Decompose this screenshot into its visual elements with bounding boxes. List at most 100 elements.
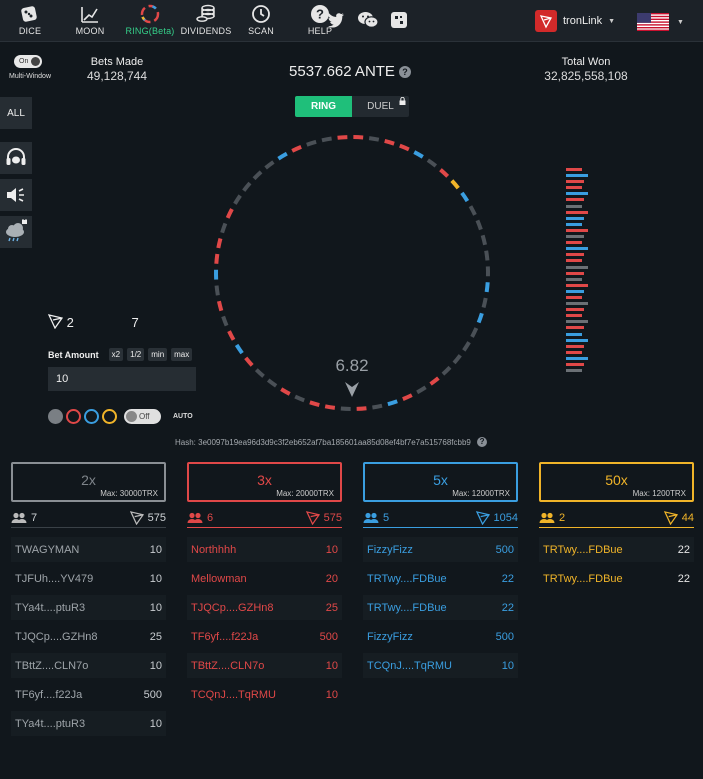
bet-amount: 500 — [495, 630, 514, 643]
sound-button[interactable] — [0, 179, 32, 211]
coins-icon — [196, 4, 215, 22]
history-bar — [566, 241, 582, 245]
bet-row: TF6yf....f22Ja 500 — [11, 682, 166, 707]
nav-dice[interactable]: DICE — [8, 3, 52, 41]
pick-blue-button[interactable] — [84, 409, 99, 424]
multiplier-label: 2x — [81, 472, 96, 488]
history-bar — [566, 235, 584, 239]
wheel-segment — [221, 315, 229, 327]
place-bet-50x-button[interactable]: 50x Max: 1200TRX — [539, 462, 694, 502]
wheel-pointer-icon — [345, 382, 359, 397]
filter-all-button[interactable]: ALL — [0, 97, 32, 129]
bettor-name: TRTwy....FDBue — [543, 543, 623, 556]
bet-amount: 20 — [325, 572, 338, 585]
place-bet-2x-button[interactable]: 2x Max: 30000TRX — [11, 462, 166, 502]
multiplier-label: 5x — [433, 472, 448, 488]
hash-text: Hash: 3e0097b19ea96d3d9c3f2eb652af7ba185… — [175, 438, 471, 447]
mode-duel-button[interactable]: DUEL — [352, 96, 409, 117]
history-bar — [566, 344, 584, 348]
max-bet-button[interactable]: max — [171, 348, 193, 361]
nav-label: RING(Beta) — [125, 26, 175, 36]
bet-row: TCQnJ....TqRMU 10 — [187, 682, 342, 707]
history-icon — [252, 5, 270, 23]
bets-made-stat: Bets Made 49,128,744 — [72, 56, 162, 83]
multiplier-label: 50x — [605, 472, 628, 488]
wheel-segment — [214, 253, 220, 264]
bet-amount: 500 — [319, 630, 338, 643]
bet-amount-row: Bet Amount x2 1/2 min max — [48, 348, 193, 361]
history-bar — [566, 198, 584, 202]
wheel-segment — [220, 222, 228, 234]
nav-dividends[interactable]: DIVIDENDS — [180, 3, 232, 41]
tron-icon — [47, 314, 64, 330]
double-bet-button[interactable]: x2 — [108, 348, 124, 361]
wheel-segment — [426, 158, 438, 168]
bet-column-3x: 3x Max: 20000TRX 6 575 Northhhh 10 Mello… — [187, 462, 342, 711]
history-bar — [566, 174, 588, 178]
wheel-segment — [264, 160, 275, 170]
wheel-segment — [480, 234, 488, 246]
bet-list: FizzyFizz 500 TRTwy....FDBue 22 TRTwy...… — [363, 537, 518, 678]
auto-toggle[interactable]: Off — [124, 409, 161, 424]
wheel-segment — [242, 181, 252, 192]
multi-window-toggle[interactable]: On — [14, 55, 42, 68]
wheel-segment — [291, 145, 302, 153]
wallet-dropdown[interactable]: tronLink ▼ — [535, 9, 615, 33]
bet-amount: 25 — [149, 630, 162, 643]
discord-icon[interactable] — [390, 11, 408, 29]
nav-scan[interactable]: SCAN — [242, 3, 280, 41]
bettor-name: TYa4t....ptuR3 — [15, 601, 86, 614]
wheel-segment — [234, 343, 244, 355]
pick-gray-button[interactable] — [48, 409, 63, 424]
history-bar — [566, 168, 582, 171]
bet-amount: 22 — [501, 601, 514, 614]
language-dropdown[interactable]: ▼ — [637, 13, 684, 31]
history-bar — [566, 210, 588, 214]
history-bar — [566, 247, 588, 251]
help-icon[interactable]: ? — [398, 66, 411, 78]
history-bar — [566, 204, 582, 208]
wheel-segment — [294, 394, 305, 403]
max-bet-label: Max: 1200TRX — [632, 489, 686, 498]
bet-row: TYa4t....ptuR3 10 — [11, 711, 166, 736]
bet-column-2x: 2x Max: 30000TRX 7 575 TWAGYMAN 10 TJFUh… — [11, 462, 166, 740]
top-nav: DICE MOON RING(Beta) DIVIDENDS SCAN ? HE… — [0, 0, 703, 42]
pick-red-button[interactable] — [66, 409, 81, 424]
history-bar — [566, 228, 588, 232]
wechat-icon[interactable] — [357, 11, 379, 29]
place-bet-3x-button[interactable]: 3x Max: 20000TRX — [187, 462, 342, 502]
wheel-segment — [384, 139, 395, 146]
support-button[interactable] — [0, 142, 32, 174]
history-bar — [566, 295, 582, 299]
multi-window-control: On Multi-Window — [9, 55, 60, 80]
place-bet-5x-button[interactable]: 5x Max: 12000TRX — [363, 462, 518, 502]
bet-amount-input[interactable] — [48, 367, 196, 391]
twitter-icon[interactable] — [325, 12, 345, 28]
mode-ring-button[interactable]: RING — [295, 96, 352, 117]
bet-amount: 22 — [501, 572, 514, 585]
wheel-segment — [441, 365, 452, 376]
bettor-name: TWAGYMAN — [15, 543, 80, 556]
wheel-segment — [280, 387, 291, 396]
pick-gold-button[interactable] — [102, 409, 117, 424]
nav-ring[interactable]: RING(Beta) — [124, 3, 176, 41]
min-bet-button[interactable]: min — [148, 348, 168, 361]
total-won-stat: Total Won 32,825,558,108 — [536, 56, 636, 83]
help-icon[interactable]: ? — [477, 437, 488, 447]
nav-moon[interactable]: MOON — [68, 3, 112, 41]
wheel-segment — [252, 170, 263, 181]
wheel-segment — [368, 136, 380, 142]
wheel-segment — [321, 136, 332, 143]
bet-row: TJQCp....GZHn8 25 — [187, 595, 342, 620]
users-icon — [539, 512, 555, 523]
wheel-segment — [216, 237, 223, 249]
wheel-segment — [462, 341, 471, 352]
bet-row: FizzyFizz 500 — [363, 624, 518, 649]
wheel-result-value: 6.82 — [335, 356, 368, 375]
half-bet-button[interactable]: 1/2 — [127, 348, 145, 361]
history-bar — [566, 320, 588, 324]
wheel-segment — [372, 403, 383, 410]
wheel-segment — [244, 356, 254, 367]
bet-column-50x: 50x Max: 1200TRX 2 44 TRTwy....FDBue 22 … — [539, 462, 694, 595]
weather-effects-button[interactable] — [0, 216, 32, 248]
